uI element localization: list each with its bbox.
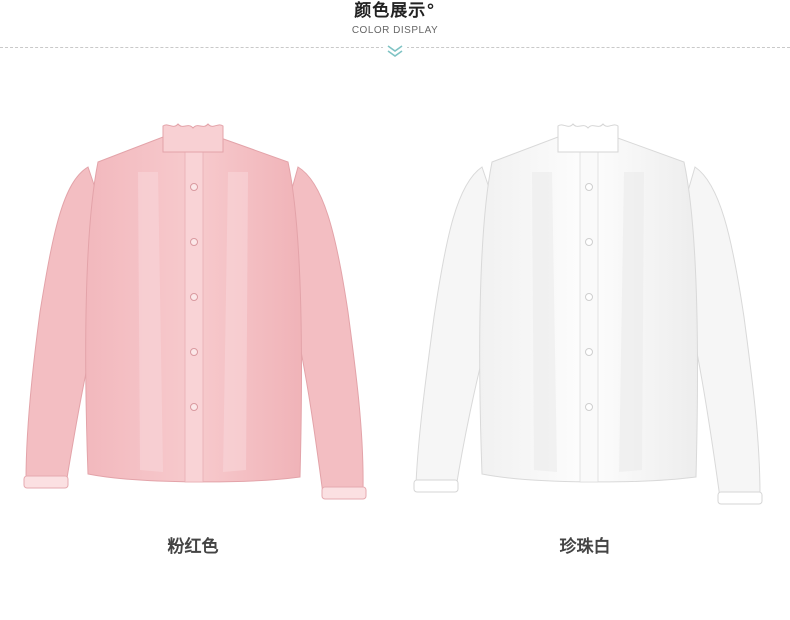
product-label-pearl-white: 珍珠白 [559, 537, 611, 557]
double-chevron-down-icon [383, 43, 407, 57]
section-title: 颜色展示° [354, 1, 436, 21]
section-subtitle: COLOR DISPLAY [351, 25, 439, 36]
product-image-white-shirt [410, 112, 765, 507]
product-label-pink: 粉红色 [167, 537, 219, 557]
product-image-pink-shirt [18, 112, 368, 507]
